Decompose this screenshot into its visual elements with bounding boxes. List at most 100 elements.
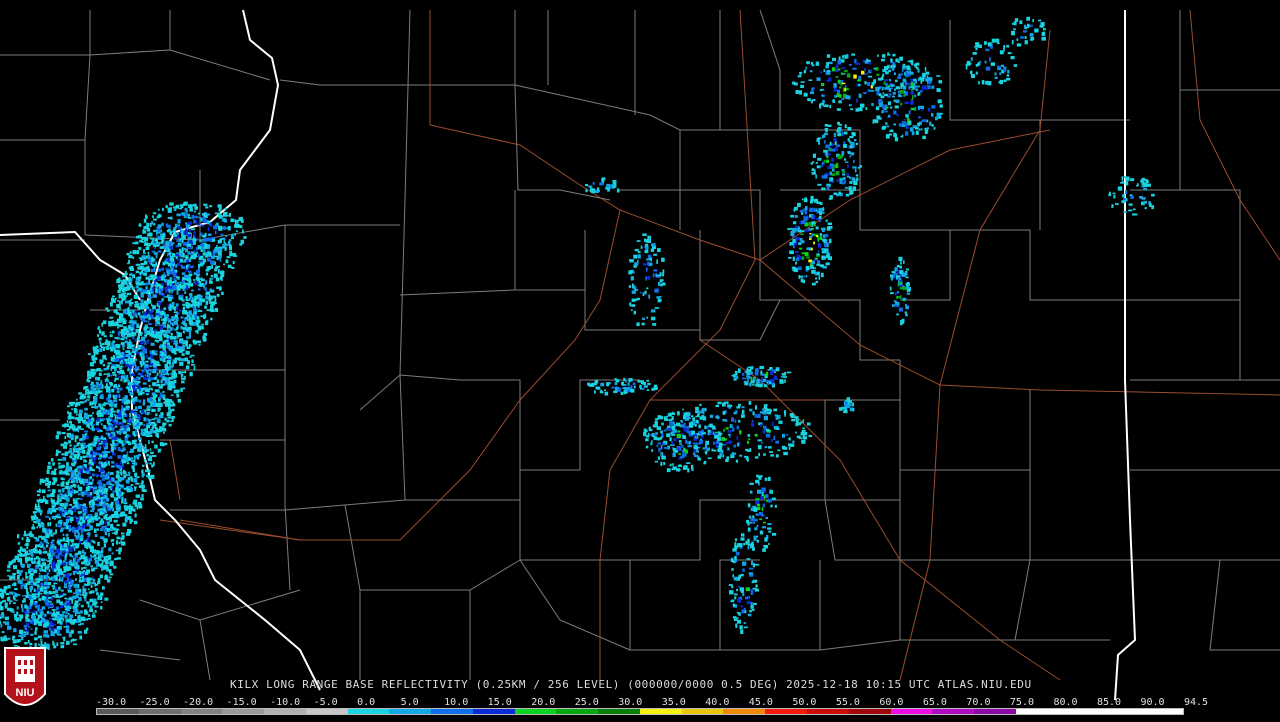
echo-pixel bbox=[159, 370, 161, 374]
echo-pixel bbox=[68, 440, 71, 443]
echo-pixel bbox=[55, 550, 59, 554]
echo-pixel bbox=[111, 298, 114, 303]
echo-pixel bbox=[161, 380, 163, 384]
echo-pixel bbox=[826, 251, 829, 253]
echo-pixel bbox=[857, 79, 861, 81]
echo-pixel bbox=[57, 560, 61, 563]
echo-pixel bbox=[217, 294, 220, 297]
echo-pixel bbox=[79, 451, 82, 453]
echo-pixel bbox=[846, 174, 849, 177]
echo-pixel bbox=[966, 66, 968, 70]
echo-pixel bbox=[158, 224, 162, 228]
echo-pixel bbox=[12, 636, 15, 638]
echo-pixel bbox=[78, 493, 80, 495]
echo-pixel bbox=[141, 271, 143, 273]
echo-pixel bbox=[52, 462, 55, 465]
echo-pixel bbox=[818, 208, 822, 212]
echo-pixel bbox=[116, 312, 119, 315]
echo-pixel bbox=[799, 72, 802, 74]
echo-pixel bbox=[62, 465, 65, 467]
echo-pixel bbox=[92, 474, 95, 477]
echo-pixel bbox=[204, 238, 207, 241]
echo-pixel bbox=[902, 319, 905, 323]
echo-pixel bbox=[80, 517, 82, 520]
echo-pixel bbox=[175, 270, 177, 273]
echo-pixel bbox=[8, 585, 11, 589]
echo-pixel bbox=[83, 567, 87, 569]
echo-pixel bbox=[115, 321, 117, 324]
echo-pixel bbox=[150, 452, 154, 454]
echo-pixel bbox=[119, 542, 121, 544]
echo-pixel bbox=[867, 60, 871, 62]
echo-pixel bbox=[175, 224, 178, 228]
echo-pixel bbox=[184, 310, 187, 314]
echo-pixel bbox=[865, 107, 867, 110]
echo-pixel bbox=[69, 504, 72, 506]
echo-pixel bbox=[42, 606, 46, 609]
radar-echoes bbox=[0, 17, 1155, 652]
echo-pixel bbox=[195, 281, 199, 285]
echo-pixel bbox=[50, 605, 53, 608]
echo-pixel bbox=[43, 547, 46, 550]
echo-pixel bbox=[144, 364, 148, 368]
echo-pixel bbox=[191, 359, 193, 363]
echo-pixel bbox=[921, 81, 923, 84]
echo-pixel bbox=[127, 529, 131, 533]
echo-pixel bbox=[92, 442, 94, 445]
echo-pixel bbox=[109, 518, 112, 522]
echo-pixel bbox=[112, 331, 115, 334]
echo-pixel bbox=[31, 615, 35, 619]
echo-pixel bbox=[1006, 45, 1009, 48]
echo-pixel bbox=[967, 63, 970, 66]
echo-pixel bbox=[148, 357, 151, 359]
echo-pixel bbox=[112, 320, 115, 322]
echo-pixel bbox=[900, 90, 904, 94]
echo-pixel bbox=[118, 278, 121, 280]
echo-pixel bbox=[132, 274, 135, 278]
echo-pixel bbox=[824, 133, 828, 135]
echo-pixel bbox=[809, 79, 813, 81]
echo-pixel bbox=[34, 513, 36, 515]
echo-pixel bbox=[117, 300, 119, 302]
echo-pixel bbox=[57, 494, 59, 496]
echo-pixel bbox=[43, 559, 47, 561]
echo-pixel bbox=[38, 636, 42, 639]
echo-pixel bbox=[188, 271, 191, 273]
echo-pixel bbox=[135, 329, 139, 333]
echo-pixel bbox=[185, 325, 187, 327]
echo-pixel bbox=[103, 484, 106, 487]
echo-pixel bbox=[976, 72, 978, 75]
echo-pixel bbox=[50, 549, 54, 552]
echo-pixel bbox=[0, 624, 2, 628]
echo-pixel bbox=[119, 477, 122, 481]
echo-pixel bbox=[88, 532, 91, 536]
echo-pixel bbox=[190, 372, 193, 376]
echo-pixel bbox=[31, 628, 33, 630]
echo-pixel bbox=[979, 45, 982, 49]
echo-pixel bbox=[53, 645, 56, 648]
echo-pixel bbox=[70, 452, 74, 455]
echo-pixel bbox=[194, 211, 196, 213]
echo-pixel bbox=[817, 260, 820, 264]
echo-pixel bbox=[826, 73, 830, 75]
echo-pixel bbox=[93, 452, 97, 456]
echo-pixel bbox=[909, 110, 911, 114]
echo-pixel bbox=[96, 422, 99, 426]
echo-pixel bbox=[162, 238, 164, 241]
echo-pixel bbox=[39, 573, 41, 575]
echo-pixel bbox=[164, 357, 166, 361]
echo-pixel bbox=[832, 58, 836, 61]
echo-pixel bbox=[30, 586, 34, 590]
echo-pixel bbox=[56, 642, 58, 646]
echo-pixel bbox=[133, 469, 136, 473]
echo-pixel bbox=[80, 610, 83, 613]
echo-pixel bbox=[216, 245, 218, 247]
echo-pixel bbox=[893, 110, 896, 114]
echo-pixel bbox=[789, 251, 794, 254]
echo-pixel bbox=[81, 445, 85, 449]
echo-pixel bbox=[46, 598, 48, 602]
echo-pixel bbox=[160, 229, 162, 232]
echo-pixel bbox=[72, 426, 75, 430]
echo-pixel bbox=[188, 217, 191, 219]
echo-pixel bbox=[829, 105, 831, 108]
